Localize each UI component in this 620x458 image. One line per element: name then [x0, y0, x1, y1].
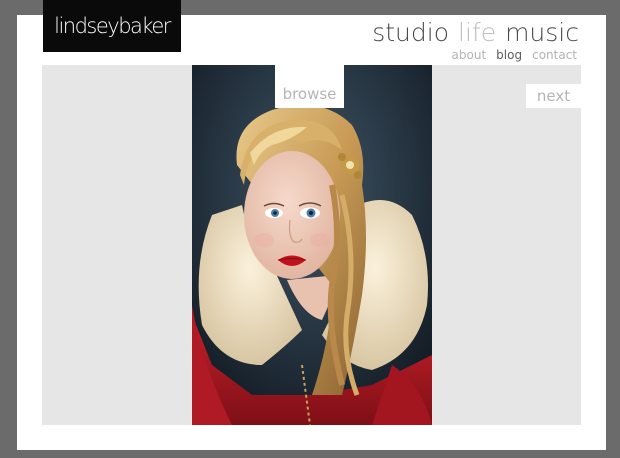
subnav-item-contact[interactable]: contact — [532, 48, 577, 62]
site-logo[interactable]: lindseybaker — [43, 0, 181, 52]
main-nav: studio life music — [372, 18, 579, 48]
nav-item-life[interactable]: life — [458, 18, 496, 48]
subnav-item-blog[interactable]: blog — [496, 48, 522, 62]
next-label: next — [536, 87, 571, 105]
portrait-photo[interactable] — [192, 65, 432, 425]
sub-nav: about blog contact — [452, 48, 577, 62]
portrait-illustration — [192, 65, 432, 425]
gallery-stage: browse next — [42, 65, 581, 425]
subnav-item-about[interactable]: about — [452, 48, 487, 62]
browse-label: browse — [282, 85, 337, 103]
logo-text: lindseybaker — [54, 14, 171, 38]
nav-item-music[interactable]: music — [505, 18, 579, 48]
page-canvas: lindseybaker studio life music about blo… — [17, 0, 606, 450]
nav-item-studio[interactable]: studio — [372, 18, 449, 48]
browse-button[interactable]: browse — [275, 65, 344, 108]
next-button[interactable]: next — [526, 84, 581, 108]
